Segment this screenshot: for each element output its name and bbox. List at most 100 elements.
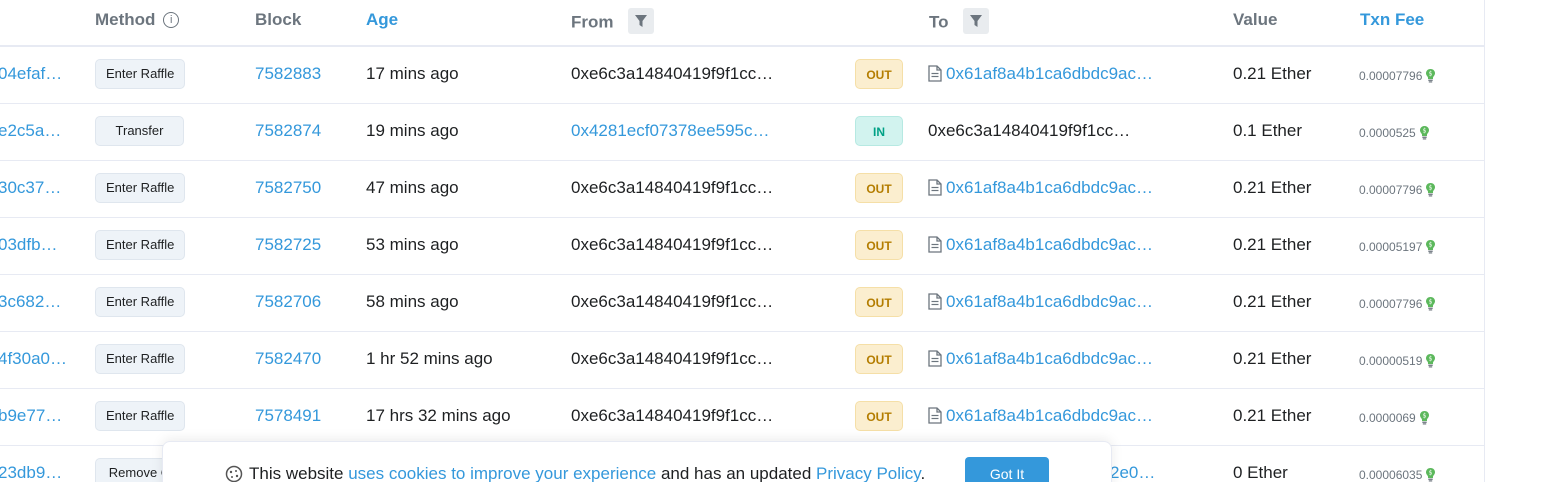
block-link[interactable]: 7582725 [255, 235, 321, 255]
txn-fee-value: 0.00000519 [1359, 354, 1423, 368]
from-address: 0xe6c3a14840419f9f1cc… [571, 349, 774, 368]
txn-hash-link[interactable]: b9e77… [0, 406, 62, 426]
value-text: 0.21 Ether [1233, 178, 1312, 197]
txn-hash-link[interactable]: 03dfb… [0, 235, 58, 255]
right-margin [1484, 0, 1552, 482]
txn-fee: 0.00007796 $ [1359, 296, 1436, 311]
header-method-label: Method [95, 10, 156, 29]
header-to: To [929, 8, 990, 36]
filter-from-button[interactable] [628, 8, 655, 34]
to-address-link[interactable]: 0x61af8a4b1ca6dbdc9ac… [946, 349, 1153, 369]
gas-bulb-icon[interactable]: $ [1425, 68, 1436, 83]
to-address-link[interactable]: 0x61af8a4b1ca6dbdc9ac… [946, 178, 1153, 198]
gas-bulb-icon[interactable]: $ [1425, 182, 1436, 197]
svg-text:$: $ [1429, 185, 1433, 192]
cookie-policy-link[interactable]: uses cookies to improve your experience [348, 464, 656, 482]
txn-fee: 0.0000525 $ [1359, 125, 1430, 140]
direction-badge: OUT [855, 344, 903, 374]
table-row: 03dfb… Enter Raffle 7582725 53 mins ago 0xe6… [0, 218, 1484, 275]
header-from-label: From [571, 12, 614, 32]
to-address-link[interactable]: 0x61af8a4b1ca6dbdc9ac… [946, 292, 1153, 312]
value-text: 0.21 Ether [1233, 406, 1312, 425]
to-address-link[interactable]: 0x61af8a4b1ca6dbdc9ac… [946, 64, 1153, 84]
header-age[interactable]: Age [366, 10, 398, 30]
to-address-link[interactable]: 2e0… [1110, 463, 1155, 482]
svg-text:$: $ [1429, 470, 1433, 477]
svg-text:$: $ [1429, 71, 1433, 78]
method-badge: Enter Raffle [95, 344, 186, 374]
txn-fee-value: 0.00007796 [1359, 183, 1423, 197]
txn-fee: 0.00007796 $ [1359, 68, 1436, 83]
txn-hash-link[interactable]: 4f30a0… [0, 349, 67, 369]
gas-bulb-icon[interactable]: $ [1425, 353, 1436, 368]
gas-bulb-icon[interactable]: $ [1425, 296, 1436, 311]
document-icon [928, 236, 942, 253]
table-row: b9e77… Enter Raffle 7578491 17 hrs 32 mins … [0, 389, 1484, 446]
table-row: 3c682… Enter Raffle 7582706 58 mins ago 0xe6… [0, 275, 1484, 332]
age-text: 1 hr 52 mins ago [366, 349, 493, 368]
from-address: 0xe6c3a14840419f9f1cc… [571, 178, 774, 197]
txn-hash-link[interactable]: 30c37… [0, 178, 61, 198]
from-address[interactable]: 0x4281ecf07378ee595c… [571, 121, 770, 141]
cookie-message: This website uses cookies to improve you… [249, 464, 925, 482]
privacy-policy-link[interactable]: Privacy Policy [816, 464, 921, 482]
got-it-button[interactable]: Got It [965, 457, 1049, 482]
table-header: Method i Block Age From To Value Txn Fee [0, 0, 1484, 47]
gas-bulb-icon[interactable]: $ [1425, 467, 1436, 482]
txn-hash-link[interactable]: 3c682… [0, 292, 61, 312]
header-txn-fee[interactable]: Txn Fee [1360, 10, 1424, 30]
table-row: 30c37… Enter Raffle 7582750 47 mins ago 0xe6… [0, 161, 1484, 218]
filter-icon [635, 15, 648, 27]
header-to-label: To [929, 12, 949, 32]
block-link[interactable]: 7582874 [255, 121, 321, 141]
age-text: 19 mins ago [366, 121, 459, 140]
method-badge: Enter Raffle [95, 173, 186, 203]
method-badge: Enter Raffle [95, 287, 186, 317]
value-text: 0 Ether [1233, 463, 1288, 482]
block-link[interactable]: 7582470 [255, 349, 321, 369]
table-row: 4f30a0… Enter Raffle 7582470 1 hr 52 mins a… [0, 332, 1484, 389]
gas-bulb-icon[interactable]: $ [1419, 125, 1430, 140]
txn-fee-value: 0.00005197 [1359, 240, 1423, 254]
svg-text:$: $ [1422, 413, 1426, 420]
age-text: 58 mins ago [366, 292, 459, 311]
info-icon[interactable]: i [163, 12, 180, 28]
to-address: 0xe6c3a14840419f9f1cc… [928, 121, 1131, 140]
header-value: Value [1233, 10, 1278, 29]
txn-fee: 0.00005197 $ [1359, 239, 1436, 254]
direction-badge: OUT [855, 401, 903, 431]
direction-badge: OUT [855, 59, 903, 89]
to-address-link[interactable]: 0x61af8a4b1ca6dbdc9ac… [946, 235, 1153, 255]
block-link[interactable]: 7582883 [255, 64, 321, 84]
svg-text:$: $ [1429, 299, 1433, 306]
cookie-text-1: This website [249, 464, 349, 482]
document-icon [928, 65, 942, 82]
svg-text:$: $ [1429, 242, 1433, 249]
to-address-link[interactable]: 0x61af8a4b1ca6dbdc9ac… [946, 406, 1153, 426]
txn-hash-link[interactable]: e2c5a… [0, 121, 61, 141]
svg-text:$: $ [1422, 128, 1426, 135]
block-link[interactable]: 7578491 [255, 406, 321, 426]
age-text: 17 hrs 32 mins ago [366, 406, 511, 425]
from-address: 0xe6c3a14840419f9f1cc… [571, 64, 774, 83]
direction-badge: OUT [855, 173, 903, 203]
cookie-icon [225, 465, 243, 482]
txn-fee: 0.0000069 $ [1359, 410, 1430, 425]
txn-hash-link[interactable]: 04efaf… [0, 64, 62, 84]
txn-fee: 0.00006035 $ [1359, 467, 1436, 482]
block-link[interactable]: 7582706 [255, 292, 321, 312]
filter-to-button[interactable] [963, 8, 990, 34]
from-address: 0xe6c3a14840419f9f1cc… [571, 235, 774, 254]
value-text: 0.1 Ether [1233, 121, 1302, 140]
txn-fee: 0.00007796 $ [1359, 182, 1436, 197]
txn-hash-link[interactable]: 23db9… [0, 463, 62, 482]
cookie-banner: This website uses cookies to improve you… [162, 441, 1112, 482]
age-text: 17 mins ago [366, 64, 459, 83]
header-block: Block [255, 10, 302, 29]
cookie-text-2: and has an updated [656, 464, 816, 482]
gas-bulb-icon[interactable]: $ [1419, 410, 1430, 425]
gas-bulb-icon[interactable]: $ [1425, 239, 1436, 254]
txn-fee: 0.00000519 $ [1359, 353, 1436, 368]
txn-fee-value: 0.00007796 [1359, 69, 1423, 83]
block-link[interactable]: 7582750 [255, 178, 321, 198]
